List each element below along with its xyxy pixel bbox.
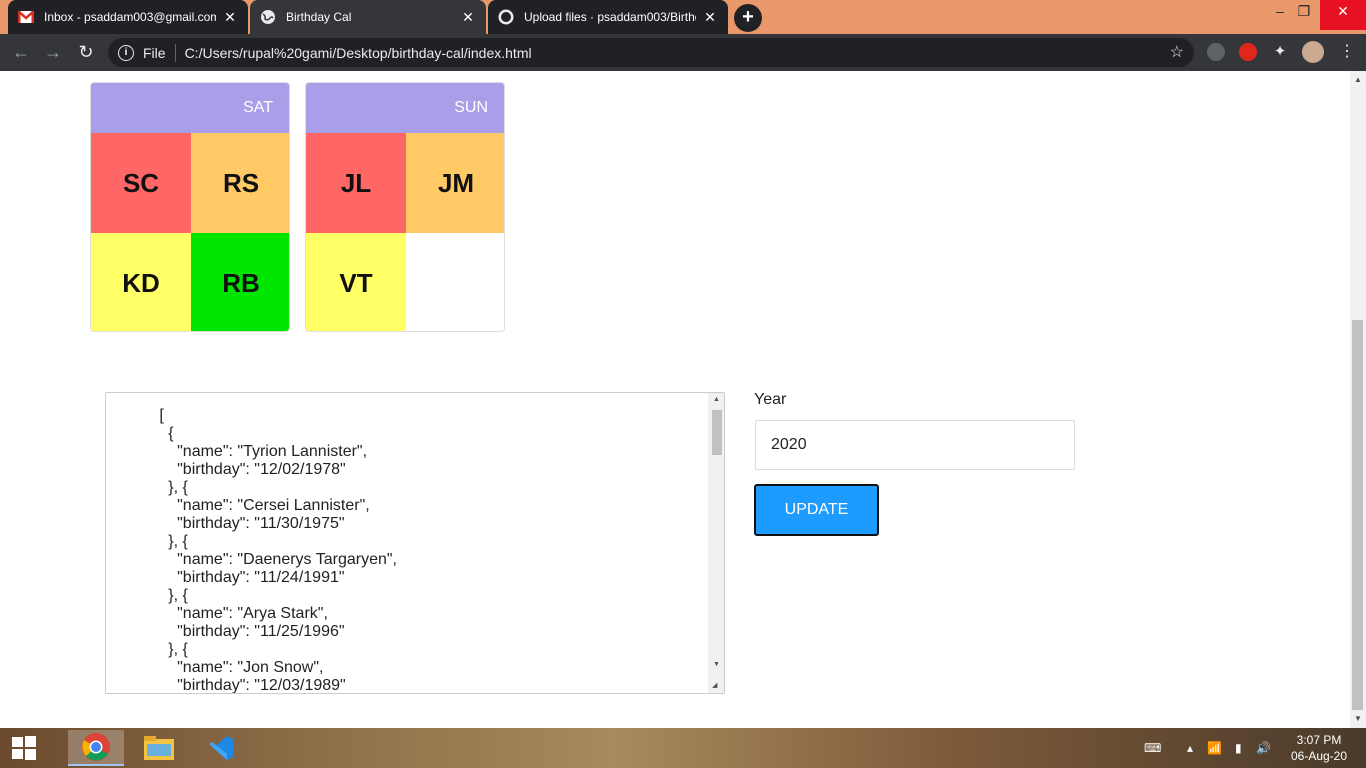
tab-gmail[interactable]: Inbox - psaddam003@gmail.com ✕ <box>8 0 248 34</box>
url-text[interactable]: C:/Users/rupal%20gami/Desktop/birthday-c… <box>185 45 532 61</box>
tab-title: Birthday Cal <box>286 10 352 24</box>
day-card-sun: SUN JL JM VT <box>305 82 505 332</box>
textarea-scrollbar[interactable]: ▲ ▼ ◢ <box>708 393 724 693</box>
clock-date: 06-Aug-20 <box>1290 749 1348 763</box>
profile-avatar[interactable] <box>1302 41 1324 63</box>
update-button[interactable]: UPDATE <box>754 484 879 536</box>
reload-icon[interactable]: ↻ <box>74 40 98 64</box>
scroll-up-arrow-icon[interactable]: ▲ <box>1354 75 1362 84</box>
windows-taskbar: ⌨ ▴ 📶 ▮ 🔊 3:07 PM 06-Aug-20 <box>0 728 1366 768</box>
birthday-cell: JL <box>306 133 406 233</box>
scroll-down-arrow-icon[interactable]: ▼ <box>1354 714 1362 723</box>
scrollbar-thumb[interactable] <box>712 410 722 455</box>
day-grid: SC RS KD RB <box>91 133 289 331</box>
keyboard-icon[interactable]: ⌨ <box>1144 728 1161 768</box>
day-header: SAT <box>91 83 289 133</box>
gmail-icon <box>18 9 34 25</box>
birthday-cell: RS <box>191 133 289 233</box>
resize-handle-icon[interactable]: ◢ <box>712 681 717 689</box>
pinterest-extension-icon[interactable] <box>1207 43 1225 61</box>
tab-title: Inbox - psaddam003@gmail.com <box>44 10 216 24</box>
divider <box>174 43 176 62</box>
tab-github[interactable]: Upload files · psaddam003/Birthday-Cal ✕ <box>488 0 728 34</box>
birthday-cell: RB <box>191 233 289 331</box>
system-clock[interactable]: 3:07 PM 06-Aug-20 <box>1284 732 1354 764</box>
network-icon[interactable]: 📶 <box>1207 728 1222 768</box>
scroll-down-arrow-icon[interactable]: ▼ <box>713 661 720 668</box>
back-arrow-icon[interactable]: ← <box>9 40 33 64</box>
day-card-sat: SAT SC RS KD RB <box>90 82 290 332</box>
tab-title: Upload files · psaddam003/Birthday-Cal <box>524 10 696 24</box>
json-text[interactable]: [ { "name": "Tyrion Lannister", "birthda… <box>106 407 397 693</box>
browser-titlebar: Inbox - psaddam003@gmail.com ✕ Birthday … <box>0 0 1366 34</box>
scrollbar-thumb[interactable] <box>1352 320 1363 710</box>
birthday-cell: KD <box>91 233 191 331</box>
page-scrollbar[interactable]: ▲ ▼ <box>1350 71 1366 728</box>
birthday-cell: JM <box>406 133 504 233</box>
year-input[interactable] <box>755 420 1075 470</box>
birthday-cell-empty <box>406 233 504 331</box>
menu-icon[interactable]: ⋮ <box>1338 43 1356 61</box>
globe-icon <box>260 9 276 25</box>
forward-arrow-icon[interactable]: → <box>41 40 65 64</box>
close-window-button[interactable]: ✕ <box>1320 0 1366 30</box>
close-tab-icon[interactable]: ✕ <box>460 9 476 26</box>
windows-start-icon[interactable] <box>0 728 48 768</box>
hand-extension-icon[interactable] <box>1239 43 1257 61</box>
close-tab-icon[interactable]: ✕ <box>222 9 238 26</box>
clock-time: 3:07 PM <box>1296 733 1342 747</box>
year-label: Year <box>754 391 787 408</box>
info-icon[interactable]: i <box>118 44 134 61</box>
scroll-up-arrow-icon[interactable]: ▲ <box>713 396 720 403</box>
chrome-taskbar-icon[interactable] <box>68 730 124 766</box>
address-bar[interactable]: i File C:/Users/rupal%20gami/Desktop/bir… <box>108 38 1194 67</box>
volume-icon[interactable]: 🔊 <box>1256 728 1271 768</box>
close-tab-icon[interactable]: ✕ <box>702 9 718 26</box>
vscode-taskbar-icon[interactable] <box>193 730 249 766</box>
extensions-puzzle-icon[interactable]: ✦ <box>1271 43 1289 61</box>
birthday-cell: VT <box>306 233 406 331</box>
github-icon <box>498 9 514 25</box>
page-content: SAT SC RS KD RB SUN JL JM VT [ { "name":… <box>0 71 1350 728</box>
restore-button[interactable]: ❐ <box>1286 0 1322 30</box>
json-textarea[interactable]: [ { "name": "Tyrion Lannister", "birthda… <box>105 392 725 694</box>
battery-icon[interactable]: ▮ <box>1235 728 1242 768</box>
browser-toolbar: ← → ↻ i File C:/Users/rupal%20gami/Deskt… <box>0 34 1366 71</box>
day-grid: JL JM VT <box>306 133 504 331</box>
url-scheme: File <box>143 44 166 61</box>
new-tab-button[interactable]: + <box>734 4 762 32</box>
birthday-cell: SC <box>91 133 191 233</box>
bookmark-star-icon[interactable]: ☆ <box>1170 42 1184 62</box>
day-header: SUN <box>306 83 504 133</box>
file-explorer-taskbar-icon[interactable] <box>131 730 187 766</box>
tab-birthday-cal[interactable]: Birthday Cal ✕ <box>250 0 486 34</box>
show-hidden-icons-icon[interactable]: ▴ <box>1187 728 1193 768</box>
